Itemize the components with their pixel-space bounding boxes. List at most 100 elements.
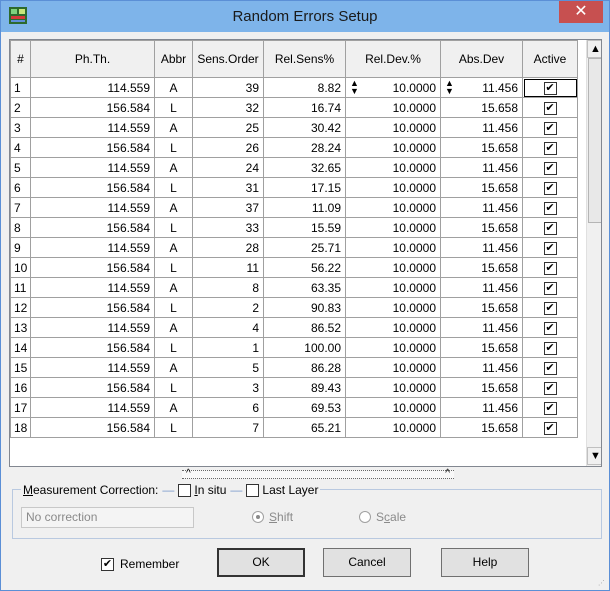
row-abs-dev[interactable]: 15.658 bbox=[440, 297, 523, 318]
row-rel-dev[interactable]: 10.0000 bbox=[345, 277, 441, 298]
row-active-checkbox[interactable]: ✔ bbox=[522, 357, 578, 378]
check-icon[interactable]: ✔ bbox=[543, 241, 557, 255]
col-header-index[interactable]: # bbox=[10, 40, 31, 78]
row-abs-dev[interactable]: 11.456 bbox=[440, 357, 523, 378]
row-abs-dev[interactable]: 15.658 bbox=[440, 417, 523, 438]
row-rel-dev[interactable]: 10.0000 bbox=[345, 417, 441, 438]
row-abs-dev[interactable]: 11.456 bbox=[440, 277, 523, 298]
row-rel-dev[interactable]: 10.0000 bbox=[345, 157, 441, 178]
row-rel-dev[interactable]: 10.0000 bbox=[345, 297, 441, 318]
spin-arrows-icon[interactable]: ▲ ▼ bbox=[445, 79, 454, 96]
table-row[interactable]: 10 156.584 L 11 56.22 10.0000 15.658 ✔ bbox=[10, 257, 578, 278]
table-row[interactable]: 8 156.584 L 33 15.59 10.0000 15.658 ✔ bbox=[10, 217, 578, 238]
row-active-checkbox[interactable]: ✔ bbox=[522, 377, 578, 398]
table-row[interactable]: 3 114.559 A 25 30.42 10.0000 11.456 ✔ bbox=[10, 117, 578, 138]
row-abs-dev[interactable]: 11.456 bbox=[440, 317, 523, 338]
check-icon[interactable]: ✔ bbox=[543, 401, 557, 415]
col-header-abs-dev[interactable]: Abs.Dev bbox=[440, 40, 523, 78]
check-icon[interactable]: ✔ bbox=[543, 81, 557, 95]
col-header-active[interactable]: Active bbox=[522, 40, 578, 78]
row-rel-dev[interactable]: 10.0000 bbox=[345, 97, 441, 118]
scroll-thumb[interactable] bbox=[588, 58, 601, 223]
check-icon[interactable]: ✔ bbox=[543, 281, 557, 295]
table-row[interactable]: 1 114.559 A 39 8.82 ▲ ▼ 10.0000 ▲ ▼ 11.456 ✔ bbox=[10, 77, 578, 98]
row-abs-dev[interactable]: 15.658 bbox=[440, 337, 523, 358]
spin-arrows-icon[interactable]: ▲ ▼ bbox=[350, 79, 359, 96]
table-row[interactable]: 12 156.584 L 2 90.83 10.0000 15.658 ✔ bbox=[10, 297, 578, 318]
title-bar[interactable]: Random Errors Setup ✕ bbox=[1, 1, 609, 32]
shift-radio[interactable]: Shift bbox=[252, 510, 293, 524]
correction-field[interactable]: No correction bbox=[21, 507, 194, 528]
table-row[interactable]: 6 156.584 L 31 17.15 10.0000 15.658 ✔ bbox=[10, 177, 578, 198]
row-rel-dev[interactable]: ▲ ▼ 10.0000 bbox=[345, 77, 441, 98]
in-situ-checkbox[interactable]: In situ bbox=[178, 482, 226, 498]
row-active-checkbox[interactable]: ✔ bbox=[522, 417, 578, 438]
row-active-checkbox[interactable]: ✔ bbox=[522, 197, 578, 218]
scroll-up-arrow-icon[interactable]: ▲ bbox=[587, 40, 601, 58]
row-abs-dev[interactable]: 15.658 bbox=[440, 97, 523, 118]
table-row[interactable]: 17 114.559 A 6 69.53 10.0000 11.456 ✔ bbox=[10, 397, 578, 418]
row-rel-dev[interactable]: 10.0000 bbox=[345, 377, 441, 398]
scale-radio-dot[interactable] bbox=[359, 511, 371, 523]
check-icon[interactable]: ✔ bbox=[543, 101, 557, 115]
row-active-checkbox[interactable]: ✔ bbox=[522, 277, 578, 298]
table-row[interactable]: 11 114.559 A 8 63.35 10.0000 11.456 ✔ bbox=[10, 277, 578, 298]
row-rel-dev[interactable]: 10.0000 bbox=[345, 317, 441, 338]
col-header-sens-order[interactable]: Sens.Order bbox=[192, 40, 264, 78]
row-rel-dev[interactable]: 10.0000 bbox=[345, 357, 441, 378]
remember-check-icon[interactable]: ✔ bbox=[101, 557, 114, 571]
row-abs-dev[interactable]: 11.456 bbox=[440, 197, 523, 218]
row-rel-dev[interactable]: 10.0000 bbox=[345, 117, 441, 138]
check-icon[interactable]: ✔ bbox=[543, 341, 557, 355]
scroll-right-arrow-icon[interactable]: ^ bbox=[445, 469, 450, 479]
resize-grip-icon[interactable]: ⋰ bbox=[598, 579, 606, 587]
row-abs-dev[interactable]: 15.658 bbox=[440, 177, 523, 198]
table-row[interactable]: 2 156.584 L 32 16.74 10.0000 15.658 ✔ bbox=[10, 97, 578, 118]
horizontal-scrollbar[interactable]: ^ ^ bbox=[182, 469, 454, 479]
row-active-checkbox[interactable]: ✔ bbox=[522, 237, 578, 258]
row-abs-dev[interactable]: ▲ ▼ 11.456 bbox=[440, 77, 523, 98]
check-icon[interactable]: ✔ bbox=[543, 301, 557, 315]
check-icon[interactable]: ✔ bbox=[543, 201, 557, 215]
scroll-left-arrow-icon[interactable]: ^ bbox=[186, 469, 191, 479]
help-button[interactable]: Help bbox=[441, 548, 529, 577]
row-abs-dev[interactable]: 11.456 bbox=[440, 237, 523, 258]
row-rel-dev[interactable]: 10.0000 bbox=[345, 137, 441, 158]
row-active-checkbox[interactable]: ✔ bbox=[522, 217, 578, 238]
table-row[interactable]: 15 114.559 A 5 86.28 10.0000 11.456 ✔ bbox=[10, 357, 578, 378]
last-layer-checkbox[interactable]: Last Layer bbox=[246, 482, 318, 498]
row-abs-dev[interactable]: 11.456 bbox=[440, 117, 523, 138]
scale-radio[interactable]: Scale bbox=[359, 510, 406, 524]
row-active-checkbox[interactable]: ✔ bbox=[522, 137, 578, 158]
close-button[interactable]: ✕ bbox=[559, 1, 603, 23]
row-rel-dev[interactable]: 10.0000 bbox=[345, 397, 441, 418]
table-row[interactable]: 7 114.559 A 37 11.09 10.0000 11.456 ✔ bbox=[10, 197, 578, 218]
check-icon[interactable]: ✔ bbox=[543, 141, 557, 155]
row-active-checkbox[interactable]: ✔ bbox=[522, 77, 578, 98]
row-rel-dev[interactable]: 10.0000 bbox=[345, 177, 441, 198]
check-icon[interactable]: ✔ bbox=[543, 261, 557, 275]
scroll-down-arrow-icon[interactable]: ▼ bbox=[587, 447, 601, 465]
col-header-rel-dev[interactable]: Rel.Dev.% bbox=[345, 40, 441, 78]
check-icon[interactable]: ✔ bbox=[543, 161, 557, 175]
row-abs-dev[interactable]: 15.658 bbox=[440, 217, 523, 238]
table-row[interactable]: 9 114.559 A 28 25.71 10.0000 11.456 ✔ bbox=[10, 237, 578, 258]
row-abs-dev[interactable]: 15.658 bbox=[440, 377, 523, 398]
row-active-checkbox[interactable]: ✔ bbox=[522, 177, 578, 198]
ok-button[interactable]: OK bbox=[217, 548, 305, 577]
row-rel-dev[interactable]: 10.0000 bbox=[345, 337, 441, 358]
table-row[interactable]: 16 156.584 L 3 89.43 10.0000 15.658 ✔ bbox=[10, 377, 578, 398]
row-abs-dev[interactable]: 15.658 bbox=[440, 257, 523, 278]
row-rel-dev[interactable]: 10.0000 bbox=[345, 257, 441, 278]
cancel-button[interactable]: Cancel bbox=[323, 548, 411, 577]
check-icon[interactable]: ✔ bbox=[543, 421, 557, 435]
check-icon[interactable]: ✔ bbox=[543, 221, 557, 235]
col-header-abbr[interactable]: Abbr bbox=[154, 40, 193, 78]
check-icon[interactable]: ✔ bbox=[543, 361, 557, 375]
row-active-checkbox[interactable]: ✔ bbox=[522, 297, 578, 318]
table-row[interactable]: 14 156.584 L 1 100.00 10.0000 15.658 ✔ bbox=[10, 337, 578, 358]
row-rel-dev[interactable]: 10.0000 bbox=[345, 197, 441, 218]
col-header-rel-sens[interactable]: Rel.Sens% bbox=[263, 40, 346, 78]
row-active-checkbox[interactable]: ✔ bbox=[522, 337, 578, 358]
check-icon[interactable]: ✔ bbox=[543, 381, 557, 395]
